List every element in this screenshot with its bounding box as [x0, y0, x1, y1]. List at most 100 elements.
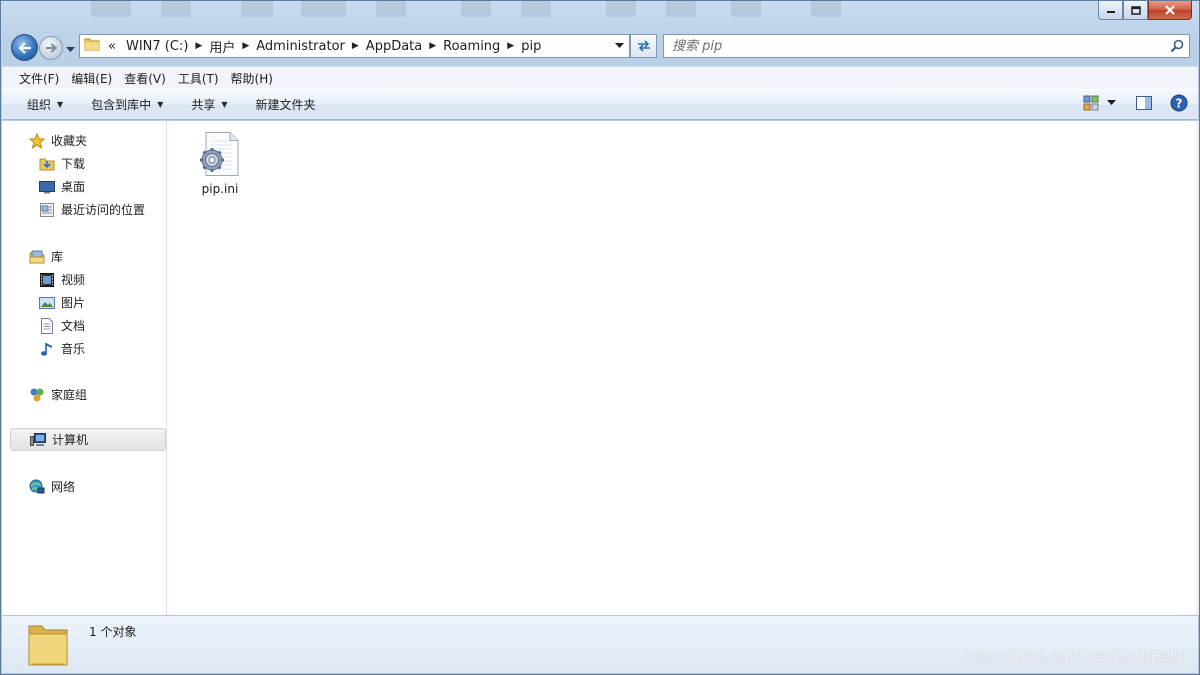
file-item[interactable]: pip.ini [190, 131, 250, 196]
share-label: 共享 [191, 98, 216, 112]
nav-computer[interactable]: 计算机 [10, 428, 166, 451]
nav-item-label: 视频 [61, 273, 86, 287]
config-file-icon [200, 132, 239, 176]
forward-arrow-icon [46, 43, 57, 53]
menu-file[interactable]: 文件(F) [13, 70, 65, 87]
desktop-icon [38, 179, 56, 195]
search-input[interactable] [672, 38, 1152, 54]
menu-edit[interactable]: 编辑(E) [65, 70, 118, 87]
nav-item-label: 最近访问的位置 [61, 203, 146, 217]
address-history-dropdown[interactable] [611, 35, 627, 57]
close-icon [1165, 5, 1175, 15]
menu-view[interactable]: 查看(V) [118, 70, 172, 87]
breadcrumb-item-drive[interactable]: WIN7 (C:) [120, 39, 194, 54]
nav-favorites-label: 收藏夹 [51, 134, 88, 148]
preview-pane-button[interactable] [1136, 96, 1152, 110]
nav-item-label: 下载 [61, 157, 86, 171]
view-grid-icon [1083, 95, 1099, 111]
star-icon [28, 132, 46, 149]
breadcrumb-separator-icon[interactable]: ▶ [428, 41, 437, 51]
nav-favorites[interactable]: 收藏夹 [2, 129, 167, 152]
menu-help[interactable]: 帮助(H) [225, 70, 279, 87]
address-bar[interactable]: « WIN7 (C:) ▶ 用户 ▶ Administrator ▶ AppDa… [79, 34, 630, 58]
nav-network[interactable]: 网络 [2, 475, 167, 498]
nav-libraries-label: 库 [51, 250, 64, 264]
nav-homegroup-label: 家庭组 [51, 388, 88, 402]
breadcrumb-item-roaming[interactable]: Roaming [437, 39, 506, 54]
item-count: 1 个对象 [89, 625, 137, 639]
organize-label: 组织 [27, 98, 52, 112]
help-icon: ? [1170, 94, 1188, 112]
libraries-icon [28, 249, 46, 265]
navigation-pane[interactable]: 收藏夹 下载 桌面 最近访问的位置 库 视频 图片 文档 音乐 家庭组 计算机 … [2, 121, 167, 615]
new-folder-button[interactable]: 新建文件夹 [249, 96, 323, 113]
refresh-icon [637, 40, 650, 52]
nav-item-videos[interactable]: 视频 [2, 268, 167, 291]
view-controls: ? [1073, 94, 1188, 112]
chevron-down-icon [66, 47, 75, 52]
minimize-button[interactable] [1098, 1, 1123, 20]
breadcrumb-separator-icon[interactable]: ▶ [506, 41, 515, 51]
back-arrow-icon [17, 41, 31, 54]
documents-icon [38, 317, 56, 334]
title-bar[interactable] [1, 1, 1199, 31]
nav-item-pictures[interactable]: 图片 [2, 291, 167, 314]
forward-button[interactable] [39, 36, 63, 60]
breadcrumb: « WIN7 (C:) ▶ 用户 ▶ Administrator ▶ AppDa… [106, 37, 547, 56]
close-button[interactable] [1148, 1, 1192, 20]
file-list-view[interactable]: pip.ini [168, 121, 1198, 615]
breadcrumb-overflow[interactable]: « [106, 39, 120, 54]
computer-group: 计算机 [2, 428, 167, 451]
nav-item-music[interactable]: 音乐 [2, 337, 167, 360]
folder-icon [84, 36, 100, 56]
file-name: pip.ini [201, 182, 239, 196]
search-icon[interactable] [1170, 39, 1184, 56]
folder-icon [26, 620, 70, 671]
nav-item-downloads[interactable]: 下载 [2, 152, 167, 175]
nav-computer-label: 计算机 [52, 433, 89, 447]
libraries-group: 库 视频 图片 文档 音乐 [2, 245, 167, 360]
change-view-button[interactable] [1083, 95, 1099, 111]
nav-homegroup[interactable]: 家庭组 [2, 383, 167, 406]
downloads-folder-icon [38, 156, 56, 172]
chevron-down-icon [1107, 100, 1116, 105]
help-button[interactable]: ? [1170, 94, 1188, 112]
recent-places-icon [38, 202, 56, 218]
chevron-down-icon [614, 43, 624, 48]
share-button[interactable]: 共享 ▼ [184, 96, 234, 113]
vertical-scrollbar[interactable] [1196, 121, 1199, 615]
breadcrumb-item-pip[interactable]: pip [515, 39, 547, 54]
breadcrumb-separator-icon[interactable]: ▶ [241, 41, 250, 51]
refresh-button[interactable] [630, 34, 657, 58]
nav-item-documents[interactable]: 文档 [2, 314, 167, 337]
details-pane: 1 个对象 https://blog.csdn.net/BcXbHello [2, 615, 1198, 673]
include-in-library-button[interactable]: 包含到库中 ▼ [84, 96, 170, 113]
breadcrumb-separator-icon[interactable]: ▶ [351, 41, 360, 51]
organize-button[interactable]: 组织 ▼ [20, 96, 70, 113]
new-folder-label: 新建文件夹 [255, 98, 316, 112]
homegroup-icon [28, 387, 46, 403]
recent-pages-dropdown[interactable] [66, 42, 75, 56]
more-views-dropdown[interactable] [1107, 100, 1116, 106]
breadcrumb-separator-icon[interactable]: ▶ [194, 41, 203, 51]
command-bar: 组织 ▼ 包含到库中 ▼ 共享 ▼ 新建文件夹 ? [2, 89, 1198, 120]
watermark: https://blog.csdn.net/BcXbHello [964, 649, 1186, 665]
music-note-icon [38, 341, 56, 357]
nav-libraries[interactable]: 库 [2, 245, 167, 268]
nav-item-label: 桌面 [61, 180, 86, 194]
breadcrumb-item-appdata[interactable]: AppData [360, 39, 428, 54]
breadcrumb-item-administrator[interactable]: Administrator [250, 39, 351, 54]
maximize-icon [1130, 5, 1141, 15]
back-button[interactable] [11, 34, 38, 61]
search-box[interactable] [663, 34, 1190, 58]
breadcrumb-item-users[interactable]: 用户 [203, 37, 241, 56]
nav-item-desktop[interactable]: 桌面 [2, 175, 167, 198]
video-icon [38, 272, 56, 288]
computer-icon [29, 432, 47, 448]
network-group: 网络 [2, 475, 167, 498]
nav-item-recent-places[interactable]: 最近访问的位置 [2, 198, 167, 221]
menu-tools[interactable]: 工具(T) [172, 70, 225, 87]
chevron-down-icon: ▼ [157, 100, 164, 109]
maximize-button[interactable] [1123, 1, 1148, 20]
menu-bar: 文件(F) 编辑(E) 查看(V) 工具(T) 帮助(H) [2, 66, 1198, 89]
